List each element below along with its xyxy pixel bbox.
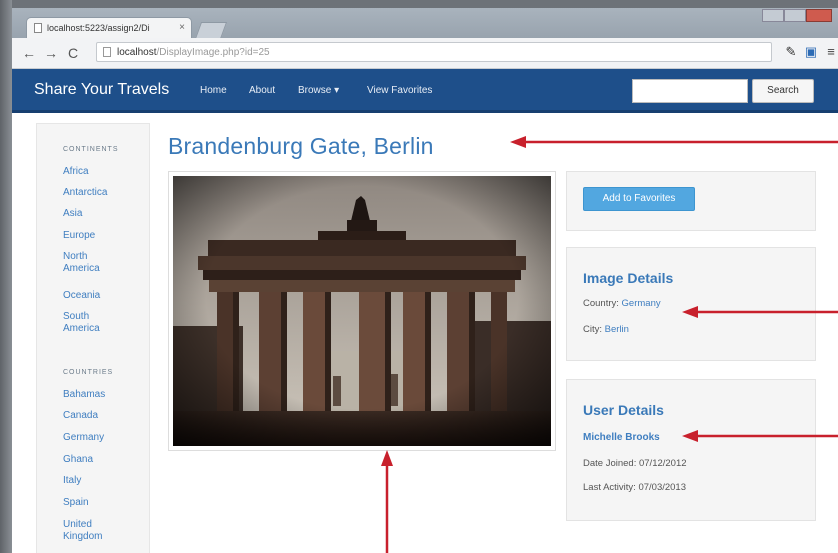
- sidebar-item-antarctica[interactable]: Antarctica: [63, 187, 143, 199]
- site-navbar: Share Your Travels Home About Browse ▾ V…: [12, 69, 838, 113]
- page-content: CONTINENTS Africa Antarctica Asia Europe…: [12, 113, 838, 553]
- nav-about[interactable]: About: [249, 85, 275, 96]
- frame-top: [0, 0, 838, 8]
- user-details-panel: User Details Michelle Brooks Date Joined…: [566, 379, 816, 521]
- sidebar-item-asia[interactable]: Asia: [63, 208, 143, 220]
- reload-icon[interactable]: C: [68, 45, 78, 61]
- sidebar-item-south-america[interactable]: South America: [63, 311, 107, 335]
- search-button[interactable]: Search: [752, 79, 814, 103]
- sidebar-item-canada[interactable]: Canada: [63, 410, 143, 422]
- last-activity-row: Last Activity: 07/03/2013: [583, 482, 686, 493]
- country-label: Country:: [583, 298, 619, 309]
- sidebar-item-europe[interactable]: Europe: [63, 230, 143, 242]
- back-arrow-icon[interactable]: ←: [22, 45, 36, 61]
- city-label: City:: [583, 324, 602, 335]
- forward-arrow-icon[interactable]: →: [44, 45, 58, 61]
- browser-tab[interactable]: localhost:5223/assign2/Di ×: [26, 17, 192, 39]
- address-bar[interactable]: localhost/DisplayImage.php?id=25: [96, 42, 772, 62]
- last-activity-label: Last Activity:: [583, 482, 636, 493]
- browser-toolbar: ← → C localhost/DisplayImage.php?id=25 ✎…: [12, 38, 838, 69]
- window-controls: [760, 8, 832, 22]
- wrench-icon[interactable]: ✎: [784, 45, 798, 59]
- close-icon[interactable]: ×: [179, 22, 185, 33]
- sidebar: CONTINENTS Africa Antarctica Asia Europe…: [36, 123, 150, 553]
- image-details-panel: Image Details Country: Germany City: Ber…: [566, 247, 816, 361]
- country-link[interactable]: Germany: [622, 298, 661, 309]
- brandenburg-gate-photo: [173, 176, 551, 446]
- close-window-icon[interactable]: [806, 9, 832, 22]
- tab-title: localhost:5223/assign2/Di: [47, 23, 150, 33]
- nav-view-favorites[interactable]: View Favorites: [367, 85, 432, 96]
- city-row: City: Berlin: [583, 324, 629, 335]
- add-to-favorites-button[interactable]: Add to Favorites: [583, 187, 695, 211]
- continents-heading: CONTINENTS: [63, 146, 119, 153]
- sidebar-item-bahamas[interactable]: Bahamas: [63, 389, 143, 401]
- image-details-heading: Image Details: [583, 270, 674, 286]
- sidebar-item-north-america[interactable]: North America: [63, 251, 107, 275]
- brand-logo[interactable]: Share Your Travels: [34, 81, 169, 99]
- menu-icon[interactable]: ≡: [824, 45, 838, 59]
- new-tab-button[interactable]: [194, 22, 228, 39]
- page-title: Brandenburg Gate, Berlin: [168, 133, 434, 159]
- favorites-panel: Add to Favorites: [566, 171, 816, 231]
- date-joined-label: Date Joined:: [583, 458, 637, 469]
- date-joined-row: Date Joined: 07/12/2012: [583, 458, 687, 469]
- page-icon: [103, 47, 111, 57]
- sidebar-item-oceania[interactable]: Oceania: [63, 290, 143, 302]
- frame-left: [0, 0, 12, 553]
- maximize-icon[interactable]: [784, 9, 806, 22]
- date-joined-value: 07/12/2012: [638, 458, 687, 469]
- user-name-link[interactable]: Michelle Brooks: [583, 432, 660, 443]
- minimize-icon[interactable]: [762, 9, 784, 22]
- user-details-heading: User Details: [583, 402, 664, 418]
- photo-frame: [168, 171, 556, 451]
- last-activity-value: 07/03/2013: [638, 482, 686, 493]
- page-icon: [34, 23, 42, 33]
- nav-home[interactable]: Home: [200, 85, 227, 96]
- countries-heading: COUNTRIES: [63, 369, 114, 376]
- url-host: localhost: [117, 47, 157, 58]
- screenshot: localhost:5223/assign2/Di × ← → C localh…: [0, 0, 838, 553]
- bookmark-icon[interactable]: ▣: [804, 45, 818, 59]
- sidebar-item-africa[interactable]: Africa: [63, 166, 143, 178]
- url-path: /DisplayImage.php?id=25: [156, 47, 270, 58]
- sidebar-item-italy[interactable]: Italy: [63, 475, 143, 487]
- city-link[interactable]: Berlin: [605, 324, 629, 335]
- browser-tabstrip: localhost:5223/assign2/Di ×: [12, 8, 838, 39]
- sidebar-item-united-kingdom[interactable]: United Kingdom: [63, 519, 107, 543]
- nav-browse-dropdown[interactable]: Browse ▾: [298, 85, 339, 96]
- search-input[interactable]: [632, 79, 748, 103]
- sidebar-item-spain[interactable]: Spain: [63, 497, 143, 509]
- sidebar-item-ghana[interactable]: Ghana: [63, 454, 143, 466]
- sidebar-item-germany[interactable]: Germany: [63, 432, 143, 444]
- country-row: Country: Germany: [583, 298, 661, 309]
